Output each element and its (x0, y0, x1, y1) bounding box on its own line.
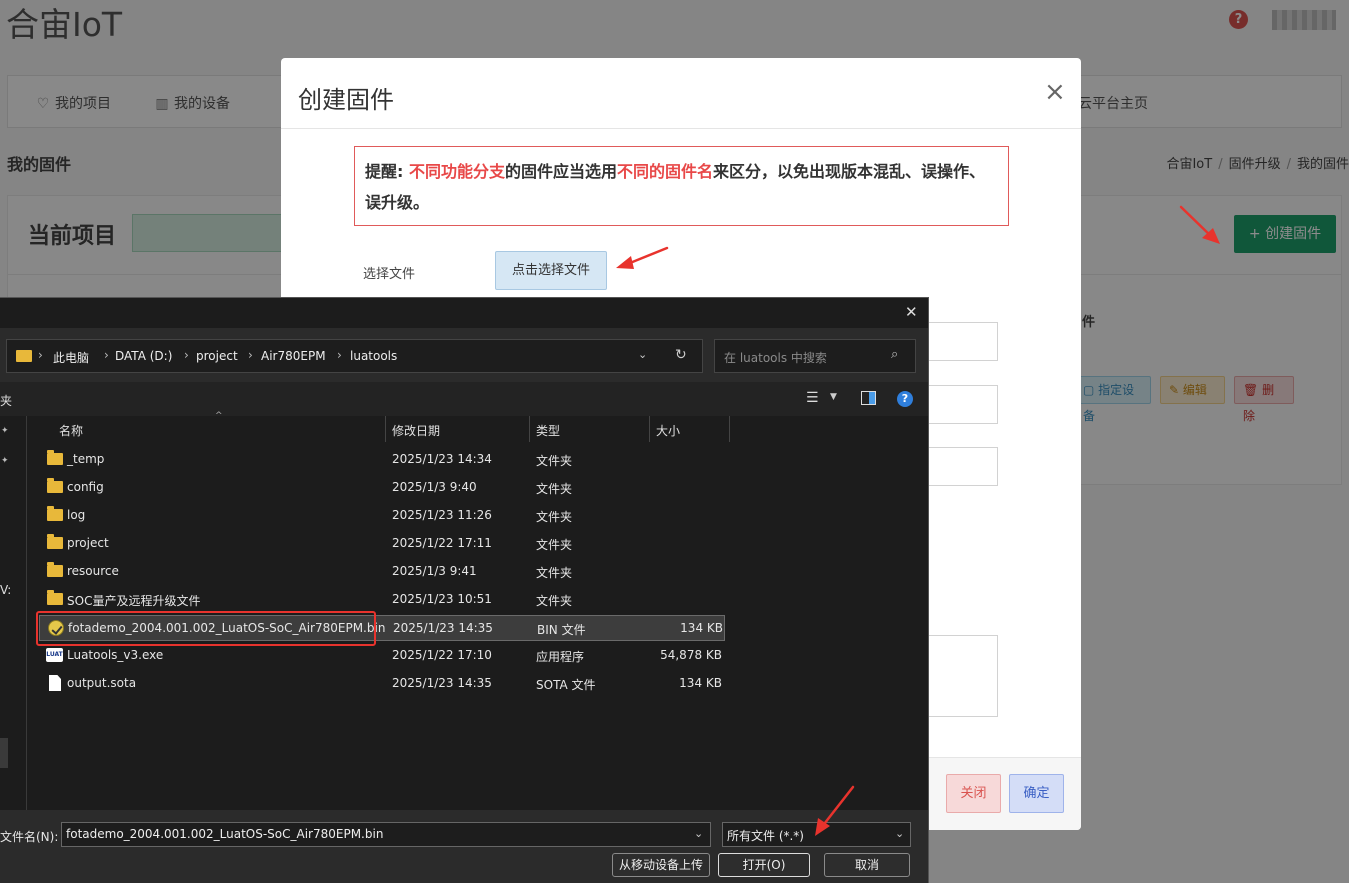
search-icon: ⌕ (891, 347, 899, 362)
column-header-name[interactable]: 名称 (59, 422, 83, 439)
folder-icon (47, 590, 63, 605)
form-input[interactable] (921, 322, 998, 361)
chevron-right-icon: › (104, 348, 109, 362)
sort-ascending-icon: ^ (215, 411, 223, 421)
form-input[interactable] (921, 385, 998, 424)
column-header-date[interactable]: 修改日期 (392, 422, 440, 439)
new-folder-button[interactable]: 夹 (0, 392, 12, 409)
file-open-dialog: ✕ › 此电脑 › DATA (D:) › project › Air780EP… (0, 297, 929, 883)
filename-input[interactable]: fotademo_2004.001.002_LuatOS-SoC_Air780E… (61, 822, 711, 847)
chevron-down-icon[interactable]: ⌄ (895, 827, 904, 840)
divider (281, 128, 1081, 129)
file-row-folder[interactable]: log 2025/1/23 11:26 文件夹 (39, 503, 725, 529)
folder-icon (47, 478, 63, 493)
filename-label: 文件名(N): (0, 830, 59, 844)
file-row-folder[interactable]: project 2025/1/22 17:11 文件夹 (39, 531, 725, 557)
pin-icon[interactable]: ✦ (1, 456, 9, 466)
view-list-icon[interactable]: ☰ (806, 390, 819, 406)
modal-close-button[interactable]: 关闭 (946, 774, 1001, 813)
column-separator[interactable] (729, 416, 730, 442)
close-icon[interactable]: × (1044, 79, 1066, 105)
filetype-select[interactable]: 所有文件 (*.*) ⌄ (722, 822, 911, 847)
column-header-size[interactable]: 大小 (656, 422, 680, 439)
open-button[interactable]: 打开(O) (718, 853, 810, 877)
help-icon[interactable]: ? (897, 391, 913, 407)
address-crumb[interactable]: DATA (D:) (115, 349, 172, 363)
chevron-right-icon: › (337, 348, 342, 362)
form-textarea[interactable] (921, 635, 998, 717)
close-icon[interactable]: ✕ (905, 303, 918, 321)
notice-box: 提醒: 不同功能分支的固件应当选用不同的固件名来区分，以免出现版本混乱、误操作、… (354, 146, 1009, 226)
nav-item[interactable]: V: (0, 583, 11, 597)
chevron-right-icon: › (38, 348, 43, 362)
navigation-pane: ✦ ✦ V: (0, 416, 27, 810)
refresh-icon[interactable]: ↻ (675, 347, 687, 363)
search-input[interactable]: 在 luatools 中搜索 ⌕ (714, 339, 916, 373)
column-separator[interactable] (529, 416, 530, 442)
address-bar[interactable]: › 此电脑 › DATA (D:) › project › Air780EPM … (6, 339, 703, 373)
file-row[interactable]: output.sota 2025/1/23 14:35 SOTA 文件 134 … (39, 671, 725, 697)
nav-item-selected[interactable] (0, 738, 8, 768)
column-header-type[interactable]: 类型 (536, 422, 560, 439)
dialog-toolbar: 夹 ☰ ▼ ? (0, 382, 928, 416)
address-crumb[interactable]: 此电脑 (53, 349, 89, 366)
column-separator[interactable] (385, 416, 386, 442)
chevron-down-icon[interactable]: ⌄ (694, 827, 703, 840)
file-row-folder[interactable]: config 2025/1/3 9:40 文件夹 (39, 475, 725, 501)
column-separator[interactable] (649, 416, 650, 442)
modal-title: 创建固件 (298, 86, 394, 114)
file-row-folder[interactable]: _temp 2025/1/23 14:34 文件夹 (39, 447, 725, 473)
folder-icon (47, 534, 63, 549)
preview-pane-icon[interactable] (861, 391, 876, 405)
file-row-folder[interactable]: SOC量产及远程升级文件 2025/1/23 10:51 文件夹 (39, 587, 725, 613)
exe-icon: LUAT (46, 648, 63, 662)
folder-icon (47, 506, 63, 521)
cancel-button[interactable]: 取消 (824, 853, 910, 877)
form-input[interactable] (921, 447, 998, 486)
upload-from-mobile-button[interactable]: 从移动设备上传 (612, 853, 710, 877)
chevron-right-icon: › (184, 348, 189, 362)
folder-icon (47, 562, 63, 577)
chevron-right-icon: › (248, 348, 253, 362)
modal-ok-button[interactable]: 确定 (1009, 774, 1064, 813)
address-crumb[interactable]: project (196, 349, 238, 363)
select-file-button[interactable]: 点击选择文件 (495, 251, 607, 290)
pin-icon[interactable]: ✦ (1, 426, 9, 436)
address-crumb[interactable]: luatools (350, 349, 397, 363)
chevron-down-icon[interactable]: ▼ (830, 392, 837, 402)
file-list-header: ^ 名称 修改日期 类型 大小 (27, 411, 730, 442)
file-icon (49, 675, 61, 691)
file-row-folder[interactable]: resource 2025/1/3 9:41 文件夹 (39, 559, 725, 585)
dialog-bottom-bar: 文件名(N): fotademo_2004.001.002_LuatOS-SoC… (0, 810, 928, 883)
address-bar-row: › 此电脑 › DATA (D:) › project › Air780EPM … (0, 328, 928, 382)
folder-icon (16, 350, 32, 362)
search-placeholder: 在 luatools 中搜索 (724, 351, 827, 365)
folder-icon (47, 450, 63, 465)
chevron-down-icon[interactable]: ⌄ (638, 348, 647, 361)
file-row[interactable]: LUAT Luatools_v3.exe 2025/1/22 17:10 应用程… (39, 643, 725, 669)
annotation-highlight-box (36, 611, 376, 646)
select-file-label: 选择文件 (363, 267, 416, 282)
address-crumb[interactable]: Air780EPM (261, 349, 326, 363)
